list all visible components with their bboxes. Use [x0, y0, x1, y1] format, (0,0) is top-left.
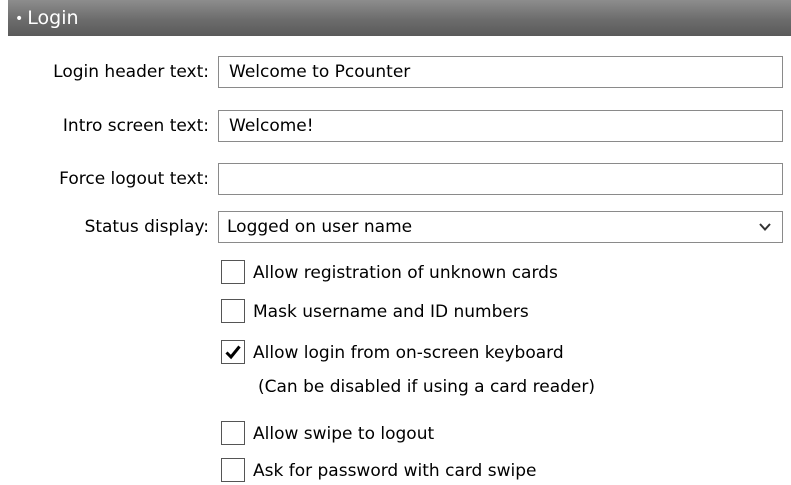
ask-password-label[interactable]: Ask for password with card swipe: [253, 457, 536, 485]
force-logout-input[interactable]: [218, 163, 783, 195]
option-ask-password[interactable]: Ask for password with card swipe: [221, 457, 781, 485]
intro-screen-input[interactable]: [218, 110, 783, 142]
status-display-label: Status display:: [84, 217, 209, 237]
mask-username-checkbox[interactable]: [221, 299, 245, 323]
force-logout-label: Force logout text:: [59, 169, 209, 189]
force-logout-row: Force logout text:: [0, 163, 791, 195]
login-header-row: Login header text:: [0, 56, 791, 88]
login-header-input[interactable]: [218, 56, 783, 88]
checkmark-icon: [225, 345, 241, 360]
onscreen-keyboard-checkbox[interactable]: [221, 340, 245, 364]
option-allow-registration[interactable]: Allow registration of unknown cards: [221, 259, 781, 287]
status-display-select[interactable]: Logged on user name: [218, 211, 783, 243]
swipe-logout-checkbox[interactable]: [221, 421, 245, 445]
allow-registration-checkbox[interactable]: [221, 260, 245, 284]
option-swipe-logout[interactable]: Allow swipe to logout: [221, 420, 781, 448]
login-header-label: Login header text:: [53, 62, 209, 82]
onscreen-keyboard-hint: (Can be disabled if using a card reader): [258, 377, 595, 397]
status-display-value: Logged on user name: [227, 217, 413, 237]
chevron-down-icon[interactable]: [758, 220, 772, 234]
intro-screen-row: Intro screen text:: [0, 110, 791, 142]
status-display-row: Status display: Logged on user name: [0, 211, 791, 243]
swipe-logout-label[interactable]: Allow swipe to logout: [253, 420, 434, 448]
ask-password-checkbox[interactable]: [221, 458, 245, 482]
onscreen-keyboard-label[interactable]: Allow login from on-screen keyboard: [253, 339, 564, 367]
section-header-login: • Login: [8, 0, 791, 36]
allow-registration-label[interactable]: Allow registration of unknown cards: [253, 259, 558, 287]
intro-screen-label: Intro screen text:: [62, 116, 209, 136]
section-title: Login: [27, 7, 79, 29]
option-mask-username[interactable]: Mask username and ID numbers: [221, 298, 781, 326]
login-settings-panel: •Login Login header text: Intro screen t…: [0, 0, 791, 485]
option-onscreen-keyboard[interactable]: Allow login from on-screen keyboard: [221, 339, 781, 367]
section-bullet: •: [15, 11, 24, 27]
mask-username-label[interactable]: Mask username and ID numbers: [253, 298, 529, 326]
